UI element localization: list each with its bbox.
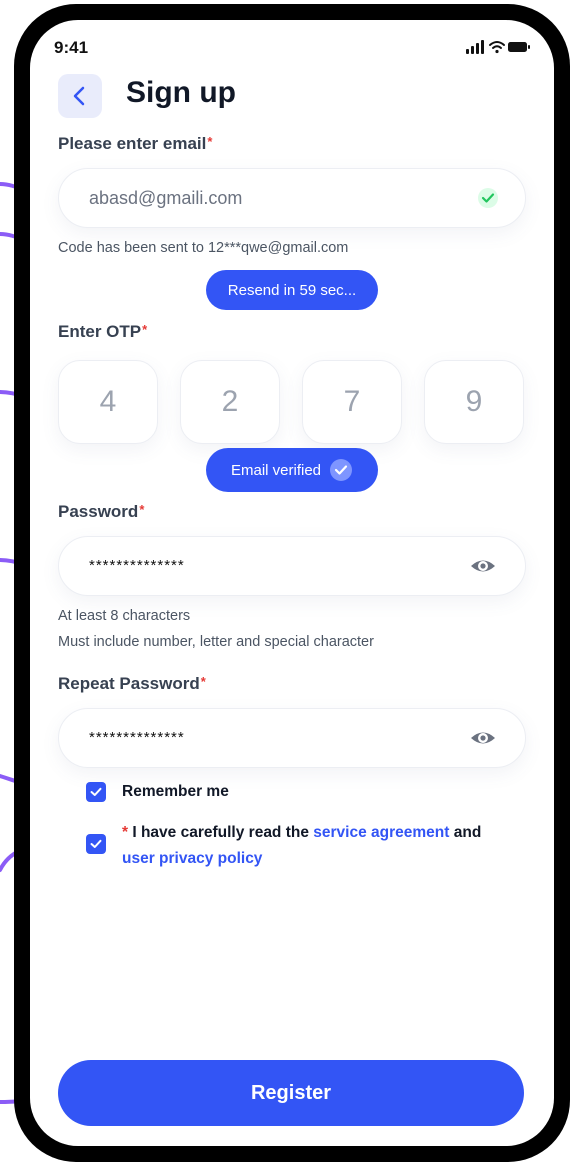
status-icons — [466, 40, 530, 54]
page-title: Sign up — [126, 76, 236, 109]
repeat-password-value: ************** — [89, 729, 185, 746]
email-label: Please enter email* — [58, 134, 212, 154]
check-circle-icon — [330, 459, 353, 481]
eye-icon[interactable] — [469, 554, 497, 578]
signal-icon — [466, 40, 484, 54]
otp-label-text: Enter OTP — [58, 322, 142, 341]
required-mark: * — [207, 134, 213, 149]
agreement-middle: and — [449, 824, 482, 841]
repeat-password-label: Repeat Password* — [58, 674, 206, 694]
eye-icon[interactable] — [469, 726, 497, 750]
required-mark: * — [142, 322, 148, 337]
check-icon — [478, 188, 498, 208]
password-hint-2: Must include number, letter and special … — [58, 634, 374, 650]
repeat-password-field[interactable]: ************** — [58, 708, 526, 768]
privacy-policy-link[interactable]: user privacy policy — [122, 850, 262, 867]
agreement-prefix: I have carefully read the — [128, 824, 314, 841]
otp-digit-1[interactable]: 4 — [58, 360, 158, 444]
otp-digit-4[interactable]: 9 — [424, 360, 524, 444]
otp-digit-3[interactable]: 7 — [302, 360, 402, 444]
required-mark: * — [200, 674, 206, 689]
password-hint-1: At least 8 characters — [58, 608, 191, 624]
status-time: 9:41 — [54, 38, 89, 57]
resend-button[interactable]: Resend in 59 sec... — [206, 270, 378, 310]
phone-frame: 9:41 Sign up Please enter email* abasd@g… — [0, 0, 576, 1166]
required-mark: * — [139, 502, 145, 517]
email-verified-badge: Email verified — [206, 448, 378, 492]
chevron-left-icon — [73, 86, 85, 106]
checkmark-icon — [90, 839, 102, 848]
email-verified-label: Email verified — [230, 461, 322, 479]
code-notice: Code has been sent to 12***qwe@gmail.com — [58, 240, 349, 256]
email-label-text: Please enter email — [58, 134, 207, 153]
password-value: ************** — [89, 557, 185, 574]
battery-icon — [508, 42, 530, 52]
email-value: abasd@gmaili.com — [89, 188, 243, 208]
remember-me-checkbox[interactable] — [86, 782, 106, 802]
wifi-icon — [489, 41, 505, 54]
service-agreement-link[interactable]: service agreement — [313, 824, 449, 841]
back-button[interactable] — [58, 74, 102, 118]
agreement-text: * I have carefully read the service agre… — [122, 820, 502, 872]
email-field[interactable]: abasd@gmaili.com — [58, 168, 526, 228]
password-field[interactable]: ************** — [58, 536, 526, 596]
agreement-checkbox[interactable] — [86, 834, 106, 854]
password-label: Password* — [58, 502, 144, 522]
checkmark-icon — [90, 787, 102, 796]
screen: 9:41 Sign up Please enter email* abasd@g… — [30, 20, 554, 1146]
repeat-password-label-text: Repeat Password — [58, 674, 200, 693]
remember-me-label: Remember me — [122, 783, 229, 800]
register-button[interactable]: Register — [58, 1060, 524, 1126]
otp-label: Enter OTP* — [58, 322, 147, 342]
password-label-text: Password — [58, 502, 139, 521]
otp-digit-2[interactable]: 2 — [180, 360, 280, 444]
